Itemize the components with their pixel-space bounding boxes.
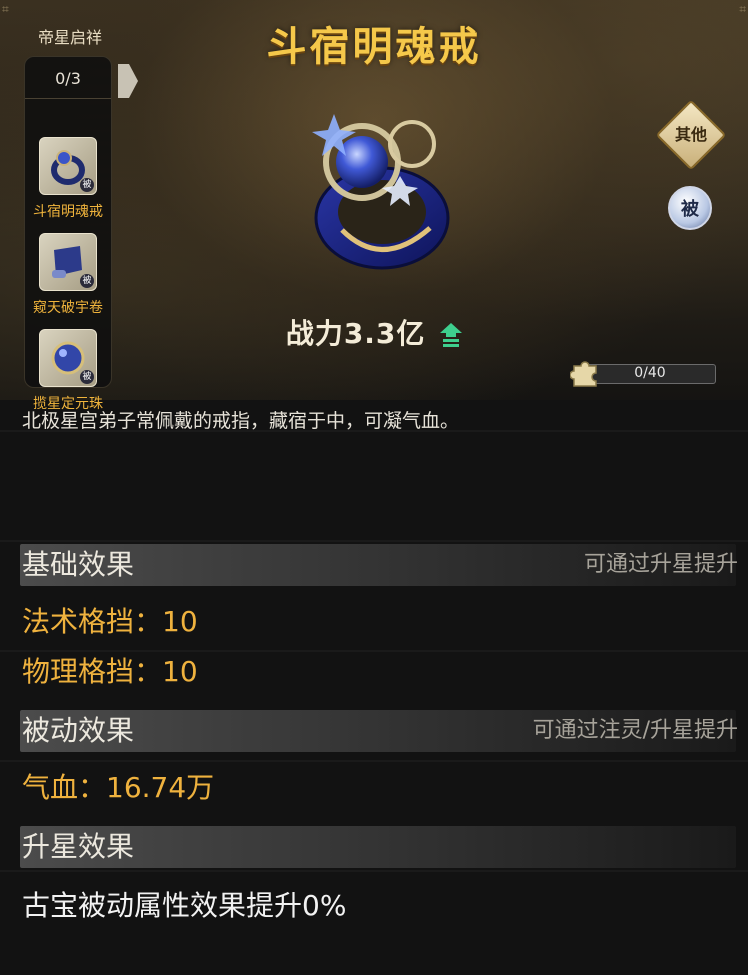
power-display: 战力3.3亿 — [0, 312, 748, 352]
set-title: 帝星启祥 — [37, 28, 102, 47]
section-star-title: 升星效果 — [22, 830, 135, 863]
stat-hp: 气血：16.74万 — [22, 771, 215, 804]
set-count: 0/3 — [25, 69, 111, 99]
section-basic-note: 可通过升星提升 — [583, 552, 738, 577]
set-item-scroll[interactable]: 被 窥天破宇卷 — [25, 233, 111, 317]
stat-physical-block: 物理格挡：10 — [22, 655, 198, 688]
item-description: 北极星宫弟子常佩戴的戒指，藏宿于中，可凝气血。 — [22, 410, 460, 432]
other-label: 其他 — [674, 125, 707, 144]
set-item-ring[interactable]: 被 斗宿明魂戒 — [25, 137, 111, 221]
passive-badge[interactable]: 被 — [668, 186, 712, 230]
fragment-progress: 0/40 — [570, 361, 716, 387]
fragment-progress-text: 0/40 — [634, 365, 666, 381]
ring-icon: 被 — [39, 137, 97, 195]
stat-magic-block: 法术格挡：10 — [22, 605, 198, 638]
power-up-arrow-icon — [440, 323, 463, 347]
power-value: 战力3.3亿 — [285, 317, 426, 350]
star-effect-text: 古宝被动属性效果提升0% — [22, 889, 347, 922]
ring-artwork — [312, 114, 450, 270]
puzzle-icon — [570, 361, 597, 387]
section-basic-title: 基础效果 — [22, 548, 135, 581]
set-item-label: 斗宿明魂戒 — [33, 204, 103, 220]
passive-tag: 被 — [80, 274, 94, 288]
section-passive-title: 被动效果 — [22, 714, 135, 747]
scroll-icon: 被 — [39, 233, 97, 291]
section-passive-note: 可通过注灵/升星提升 — [532, 718, 738, 743]
passive-tag: 被 — [80, 370, 94, 384]
passive-tag: 被 — [80, 178, 94, 192]
